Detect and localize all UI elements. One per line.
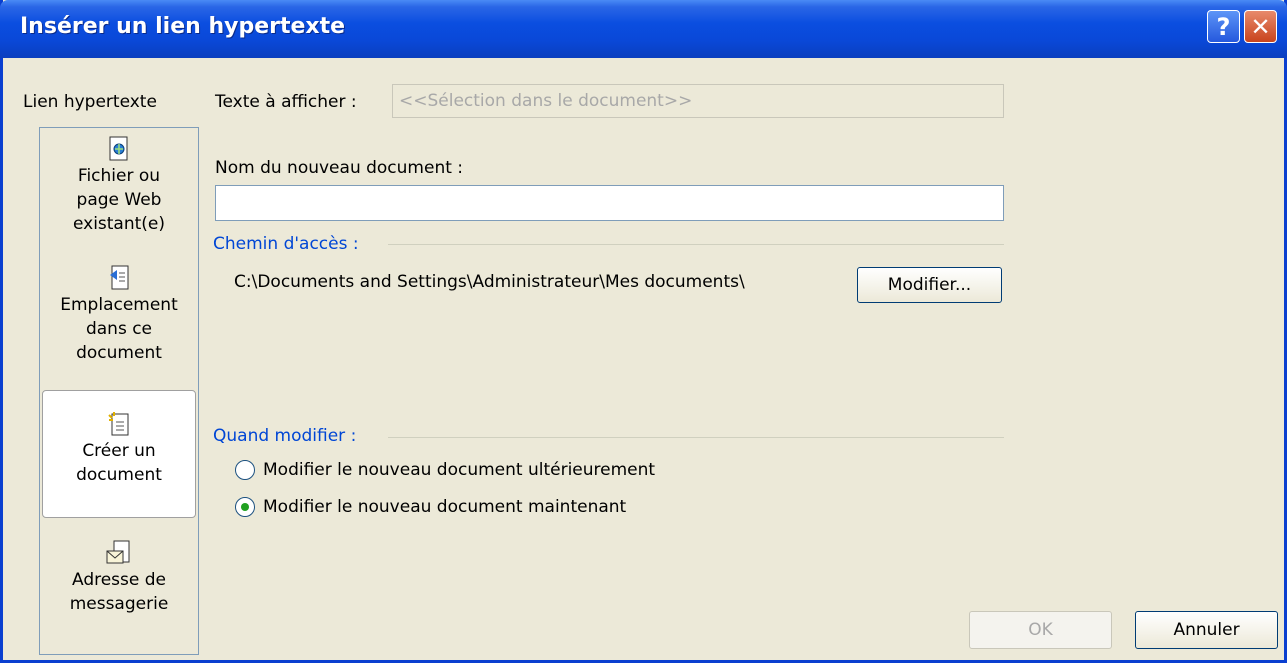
envelope-icon — [106, 540, 130, 564]
nav-item-create-document[interactable]: Créer un document — [42, 390, 196, 518]
nav-label-line: existant(e) — [72, 214, 166, 234]
radio-now[interactable] — [235, 497, 255, 517]
nav-label-line: dans ce — [85, 319, 153, 339]
radio-row-now[interactable]: Modifier le nouveau document maintenant — [235, 497, 626, 517]
text-to-display-input[interactable] — [392, 84, 1004, 118]
help-icon: ? — [1216, 12, 1231, 41]
document-bookmark-icon — [110, 265, 129, 290]
path-section-rule — [388, 244, 1004, 245]
ok-button[interactable]: OK — [969, 611, 1112, 649]
nav-label-line: messagerie — [69, 594, 169, 614]
when-section-title: Quand modifier : — [213, 426, 357, 446]
text-to-display-label: Texte à afficher : — [215, 92, 357, 112]
nav-label-line: Emplacement — [60, 295, 178, 315]
new-document-name-input[interactable] — [215, 185, 1004, 221]
nav-item-email-address[interactable]: Adresse de messagerie — [40, 540, 198, 616]
nav-item-existing-file[interactable]: Fichier ou page Web existant(e) — [40, 136, 198, 236]
hyperlink-dialog: Insérer un lien hypertexte ? ✕ Lien hype… — [0, 0, 1287, 663]
nav-label-line: Fichier ou — [77, 166, 161, 186]
modify-path-button[interactable]: Modifier... — [857, 267, 1002, 303]
when-section-rule — [388, 437, 1004, 438]
close-button[interactable]: ✕ — [1244, 10, 1277, 43]
nav-label-line: document — [76, 343, 162, 363]
new-document-name-label: Nom du nouveau document : — [215, 158, 464, 178]
dialog-title: Insérer un lien hypertexte — [20, 14, 346, 39]
document-globe-icon — [109, 136, 128, 161]
radio-now-label: Modifier le nouveau document maintenant — [263, 497, 627, 517]
radio-later-label: Modifier le nouveau document ultérieurem… — [263, 460, 656, 480]
close-icon: ✕ — [1250, 12, 1271, 41]
nav-label-line: Créer un — [82, 441, 156, 461]
new-document-icon — [108, 412, 129, 436]
radio-later[interactable] — [235, 460, 255, 480]
cancel-button[interactable]: Annuler — [1135, 611, 1278, 649]
nav-heading: Lien hypertexte — [23, 92, 157, 112]
nav-label-line: Adresse de — [71, 570, 167, 590]
radio-row-later[interactable]: Modifier le nouveau document ultérieurem… — [235, 460, 655, 480]
path-value: C:\Documents and Settings\Administrateur… — [234, 272, 745, 292]
nav-item-place-in-document[interactable]: Emplacement dans ce document — [40, 265, 198, 365]
nav-label-line: page Web — [76, 190, 162, 210]
nav-label-line: document — [76, 465, 162, 485]
path-section-title: Chemin d'accès : — [213, 234, 359, 254]
title-bar: Insérer un lien hypertexte ? ✕ — [0, 0, 1287, 58]
link-type-nav: Fichier ou page Web existant(e) Emplacem… — [39, 127, 199, 655]
help-button[interactable]: ? — [1207, 10, 1240, 43]
